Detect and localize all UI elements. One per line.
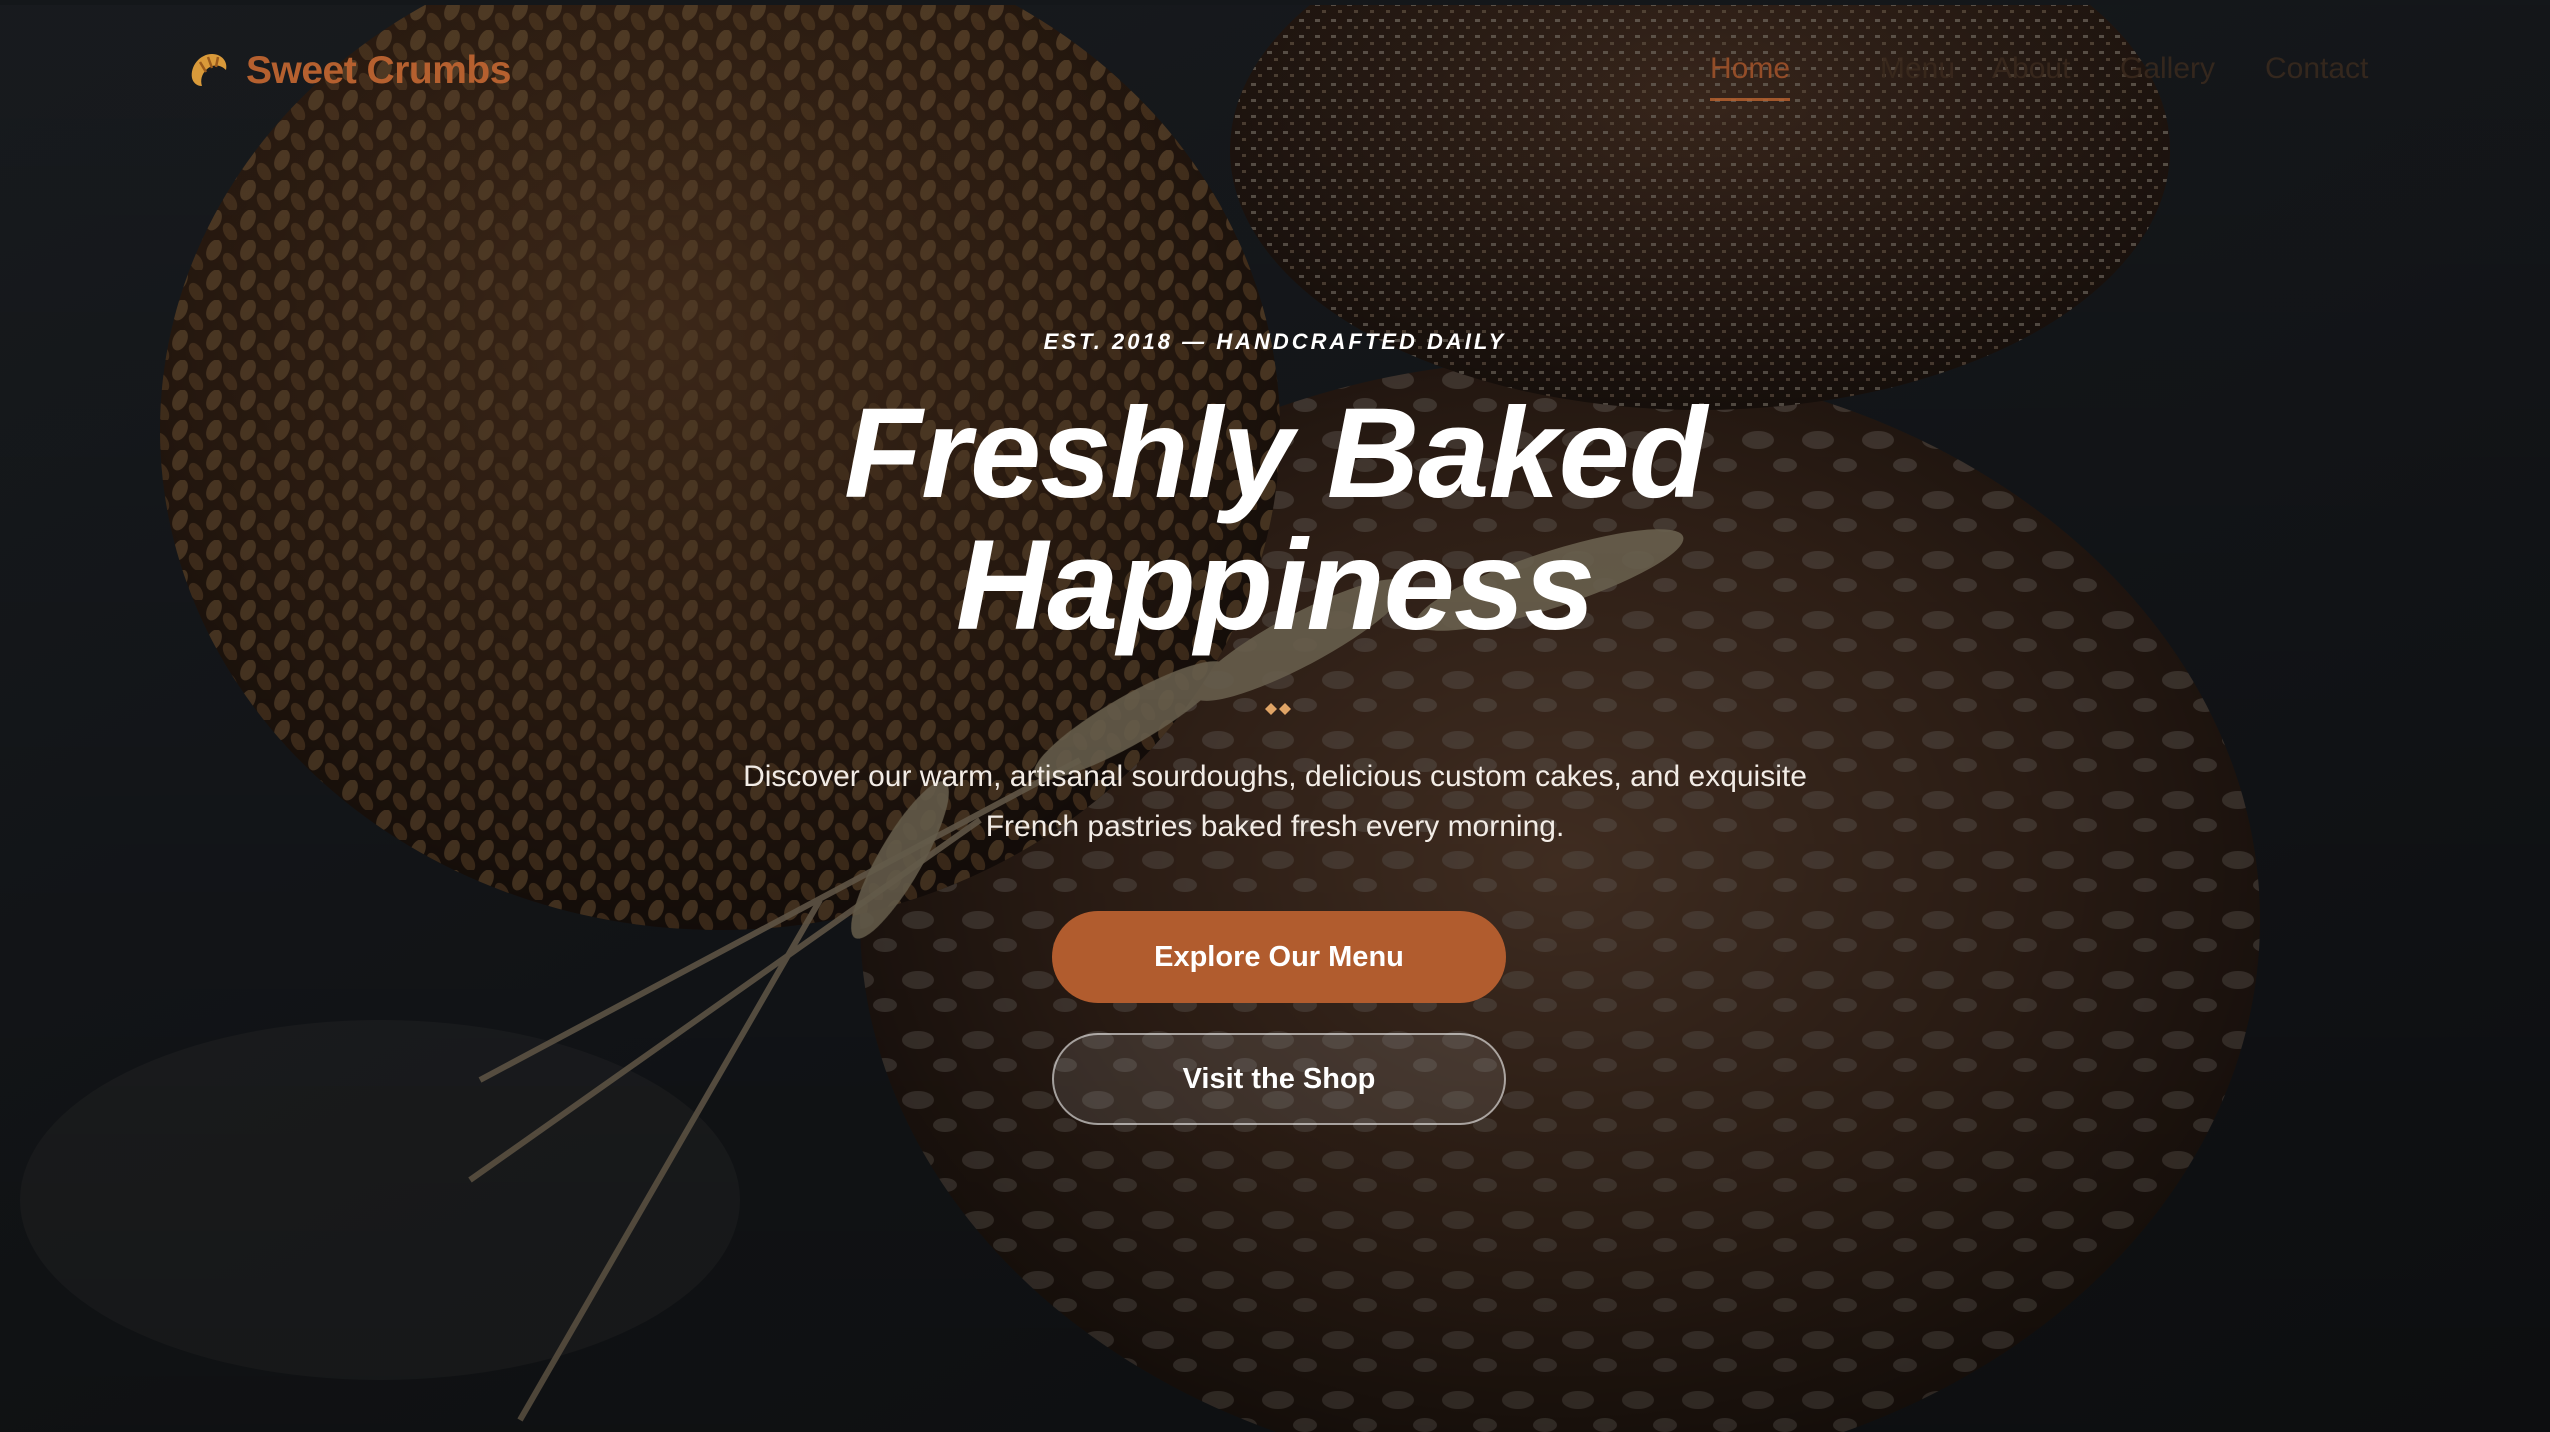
croissant-icon xyxy=(191,54,227,86)
hero-description: Discover our warm, artisanal sourdoughs,… xyxy=(743,760,1807,843)
explore-menu-button[interactable]: Explore Our Menu xyxy=(1052,911,1506,1003)
main-navigation: Home Menu About Gallery Contact xyxy=(1710,52,2400,112)
nav-link-menu[interactable]: Menu xyxy=(1880,52,1955,86)
headline-line-2: Happiness xyxy=(955,514,1595,657)
nav-link-contact[interactable]: Contact xyxy=(2265,52,2368,86)
brand-logo-link[interactable]: Sweet Crumbs xyxy=(186,48,511,94)
headline-line-1: Freshly Baked xyxy=(843,382,1707,525)
visit-shop-button[interactable]: Visit the Shop xyxy=(1052,1033,1506,1125)
nav-link-gallery[interactable]: Gallery xyxy=(2120,52,2215,86)
hero-eyebrow: EST. 2018 — HANDCRAFTED DAILY xyxy=(1043,329,1507,354)
wheat-diamond-icon xyxy=(1265,703,1291,715)
nav-link-about[interactable]: About xyxy=(1992,52,2070,86)
site-header: Sweet Crumbs Home Menu About Gallery Con… xyxy=(0,0,2550,150)
hero-headline: Freshly Baked Happiness xyxy=(0,388,2550,652)
nav-link-home[interactable]: Home xyxy=(1710,52,1791,101)
brand-name: Sweet Crumbs xyxy=(246,49,511,92)
